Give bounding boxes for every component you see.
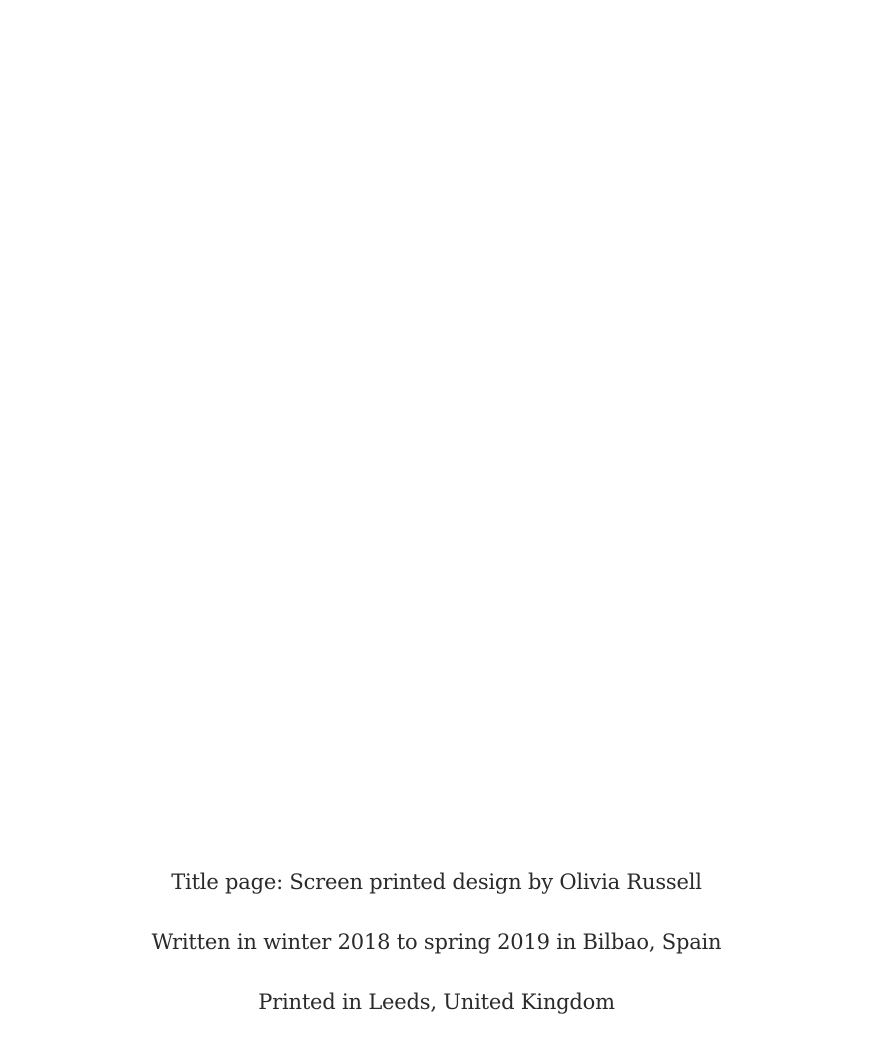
title-page-credit: Title page: Screen printed design by Oli… xyxy=(171,870,702,894)
written-note: Written in winter 2018 to spring 2019 in… xyxy=(151,930,722,954)
document-page: Title page: Screen printed design by Oli… xyxy=(0,0,873,1060)
printed-note: Printed in Leeds, United Kingdom xyxy=(258,990,615,1014)
